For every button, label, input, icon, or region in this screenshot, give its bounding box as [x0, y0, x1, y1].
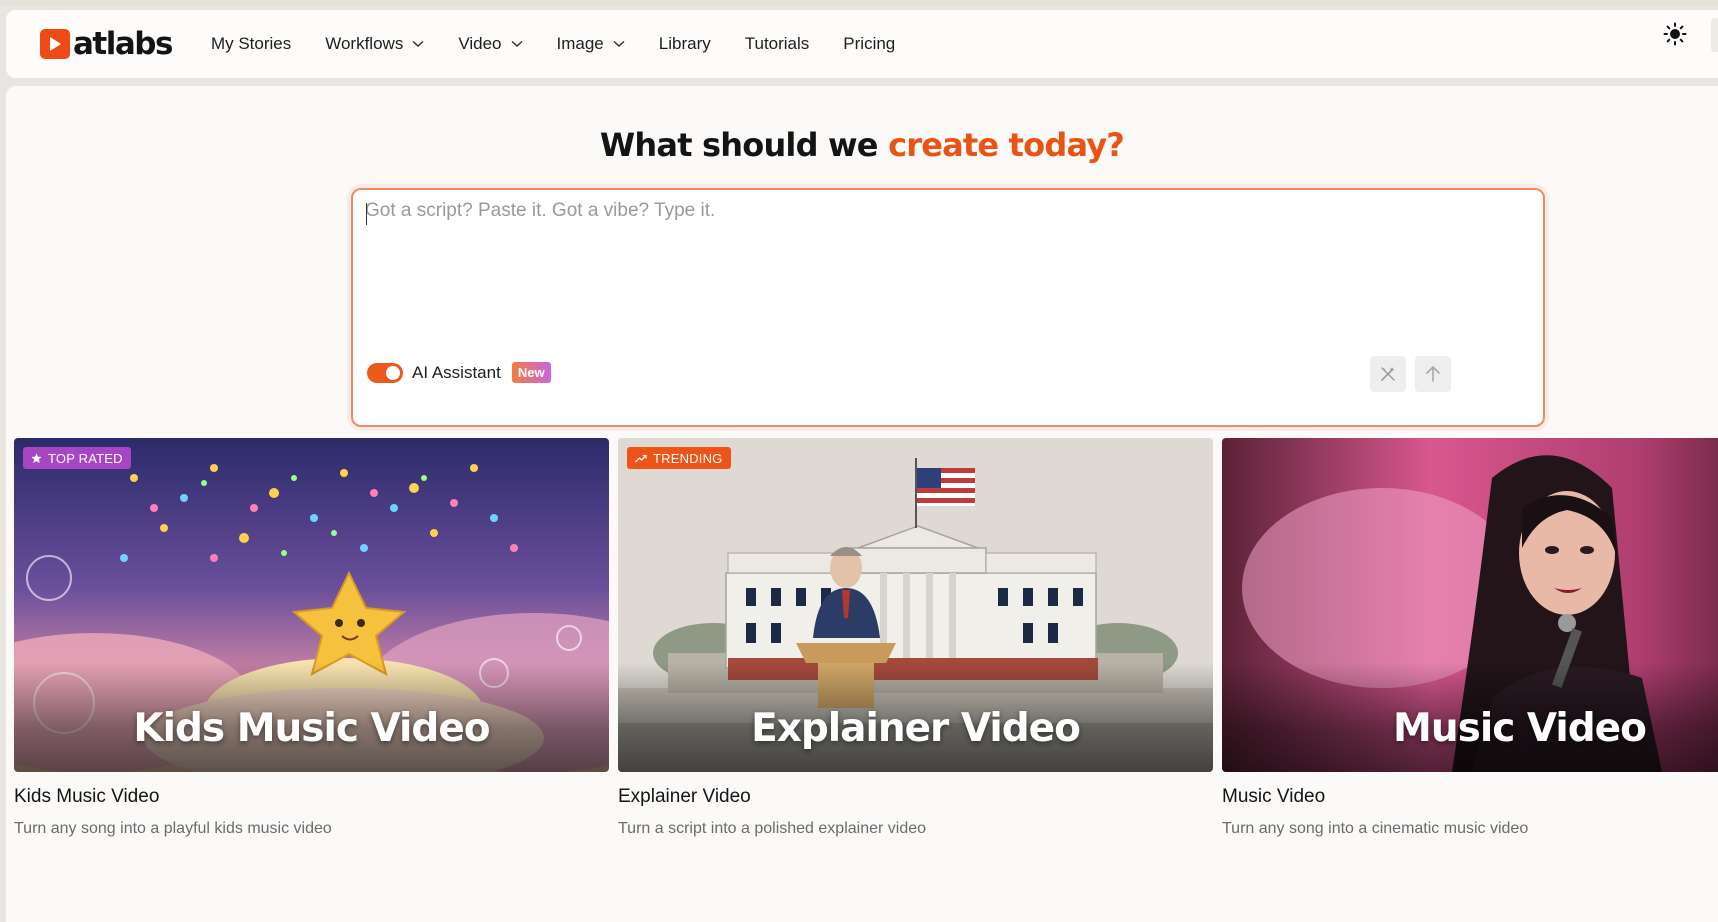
window-top-strip: [0, 0, 1718, 6]
card-title: Kids Music Video: [14, 786, 160, 807]
play-logo-icon: [40, 29, 70, 59]
text-caret: [366, 203, 367, 225]
sun-icon[interactable]: [1661, 20, 1689, 48]
star-icon: [31, 452, 42, 463]
nav-label: Tutorials: [744, 34, 810, 53]
nav-label: My Stories: [210, 34, 292, 53]
top-rated-badge: TOP RATED: [23, 447, 131, 469]
nav-video-dropdown[interactable]: Video: [458, 34, 523, 54]
user-menu-edge[interactable]: [1711, 18, 1718, 52]
new-badge: New: [511, 362, 551, 383]
nav-pricing[interactable]: Pricing: [843, 34, 895, 54]
trending-badge: TRENDING: [627, 447, 731, 469]
ai-assistant-row: AI Assistant New: [367, 362, 551, 383]
card-description: Turn a script into a polished explainer …: [618, 820, 927, 837]
template-card-kids-music-video[interactable]: TOP RATED Kids Music Video Kids Music Vi…: [14, 438, 609, 838]
nav-label: Library: [658, 34, 711, 53]
badge-label: TOP RATED: [48, 450, 123, 466]
thumbnail-overlay-title: Kids Music Video: [133, 706, 490, 751]
nav-library[interactable]: Library: [659, 34, 711, 54]
thumbnail-overlay-title: Explainer Video: [751, 706, 1081, 751]
chevron-down-icon: [511, 40, 523, 48]
title-main: What should we: [599, 126, 879, 164]
atlabs-logo[interactable]: atlabs: [40, 26, 173, 62]
nav-label: Pricing: [843, 34, 896, 53]
chevron-down-icon: [613, 40, 625, 48]
card-title: Explainer Video: [618, 786, 751, 807]
chevron-down-icon: [412, 40, 424, 48]
card-thumbnail[interactable]: TRENDING Explainer Video: [618, 438, 1213, 772]
nav-workflows-dropdown[interactable]: Workflows: [325, 34, 424, 54]
main-content: What should we create today? AI Assistan…: [6, 86, 1718, 922]
toggle-knob: [386, 365, 400, 380]
card-description: Turn any song into a playful kids music …: [14, 820, 332, 837]
arrow-up-icon[interactable]: [1415, 356, 1451, 392]
card-thumbnail[interactable]: Music Video: [1222, 438, 1718, 772]
nav-label: Video: [458, 34, 502, 53]
ai-assistant-label: AI Assistant: [412, 362, 501, 382]
title-accent: create today?: [888, 126, 1125, 164]
template-card-music-video[interactable]: Music Video Music Video Turn any song in…: [1222, 438, 1718, 838]
magic-wand-icon[interactable]: [1370, 356, 1406, 392]
prompt-composer: AI Assistant New: [351, 188, 1545, 427]
card-description: Turn any song into a cinematic music vid…: [1222, 820, 1529, 837]
card-title: Music Video: [1222, 786, 1326, 807]
badge-label: TRENDING: [653, 450, 723, 466]
template-card-explainer-video[interactable]: TRENDING Explainer Video Explainer Video…: [618, 438, 1213, 838]
nav-label: Image: [556, 34, 604, 53]
nav-label: Workflows: [325, 34, 404, 53]
nav-links: My Stories Workflows Video Image Library…: [211, 34, 929, 54]
ai-assistant-toggle[interactable]: [367, 362, 403, 383]
page-title: What should we create today?: [6, 126, 1718, 164]
nav-tutorials[interactable]: Tutorials: [745, 34, 810, 54]
brand-name: atlabs: [73, 26, 173, 62]
card-thumbnail[interactable]: TOP RATED Kids Music Video: [14, 438, 609, 772]
trending-up-icon: [635, 454, 647, 462]
nav-my-stories[interactable]: My Stories: [211, 34, 291, 54]
prompt-input[interactable]: [365, 200, 1525, 350]
nav-image-dropdown[interactable]: Image: [557, 34, 625, 54]
thumbnail-overlay-title: Music Video: [1393, 706, 1647, 751]
top-navbar: atlabs My Stories Workflows Video Image …: [6, 10, 1718, 78]
